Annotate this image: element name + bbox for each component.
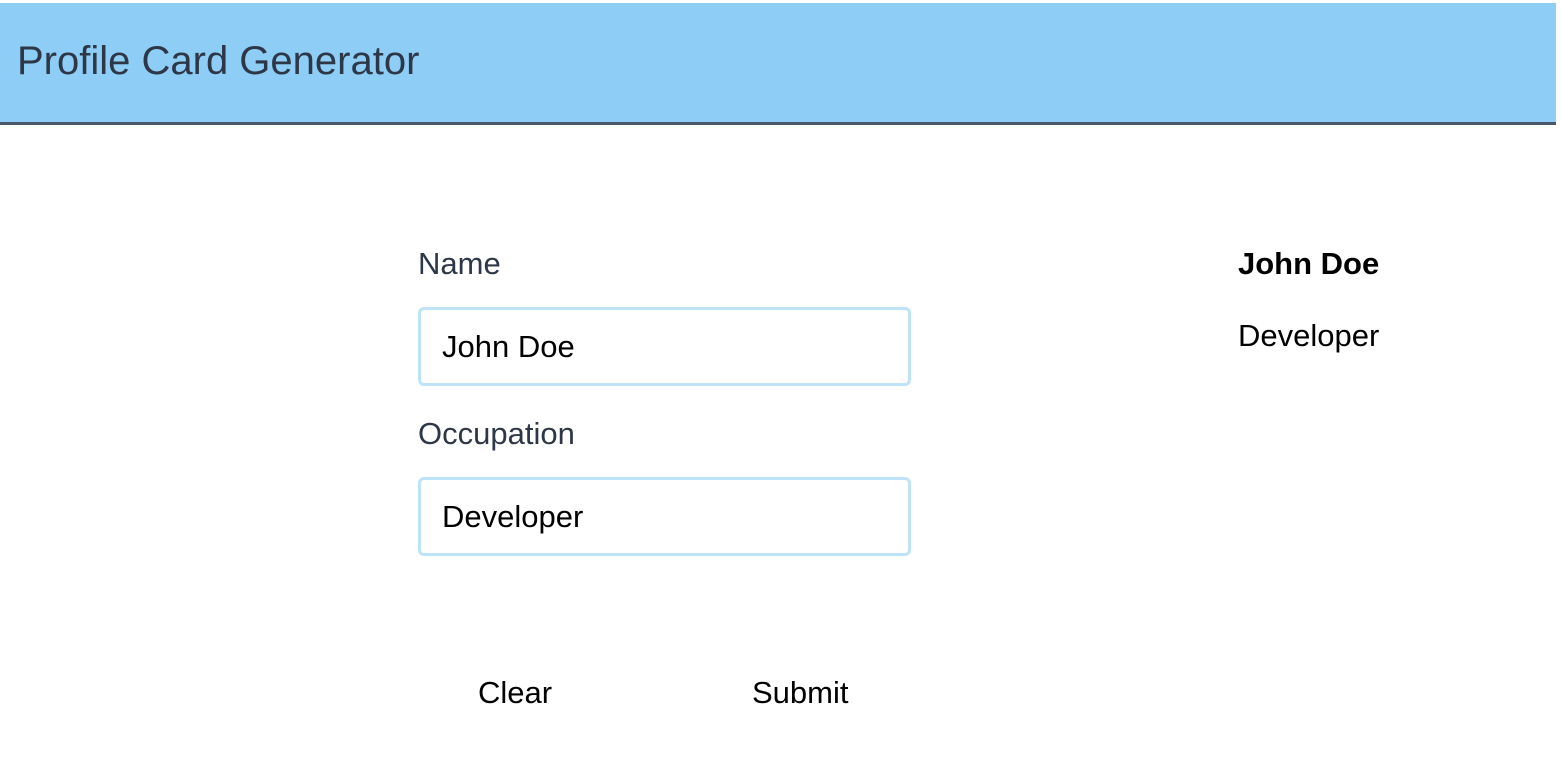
app-header: Profile Card Generator	[0, 0, 1556, 125]
clear-button[interactable]: Clear	[478, 668, 552, 718]
submit-button[interactable]: Submit	[752, 668, 848, 718]
app-title: Profile Card Generator	[17, 39, 420, 83]
profile-card-occupation: Developer	[1238, 318, 1380, 353]
name-input[interactable]	[418, 307, 911, 386]
occupation-label: Occupation	[418, 416, 575, 451]
name-label: Name	[418, 246, 501, 281]
profile-card-name: John Doe	[1238, 246, 1380, 281]
occupation-input[interactable]	[418, 477, 911, 556]
